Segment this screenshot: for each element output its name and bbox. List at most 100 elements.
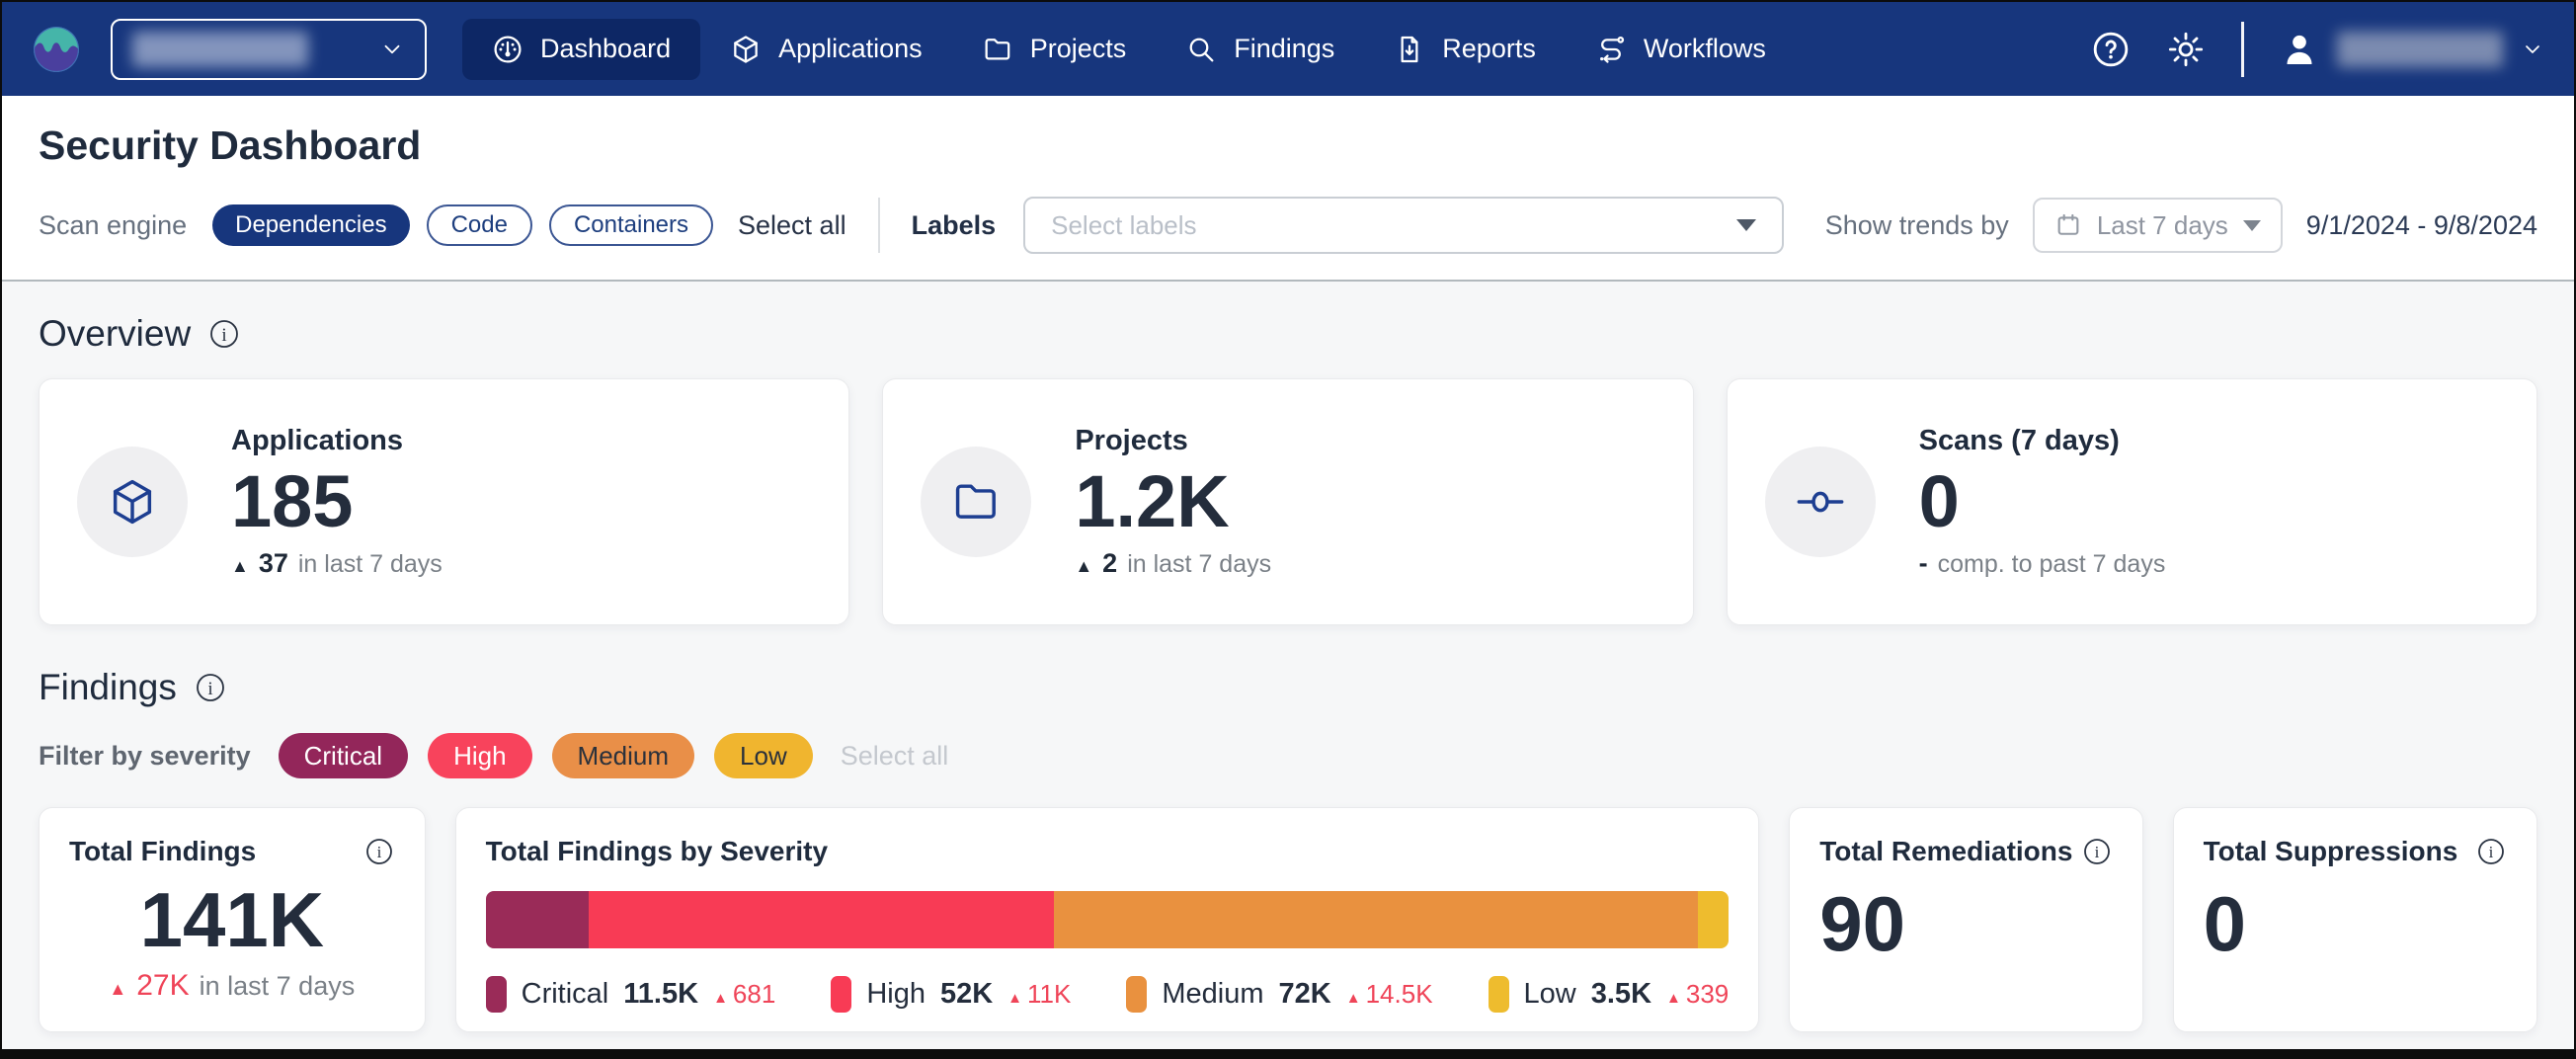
scan-select-all[interactable]: Select all: [738, 210, 846, 241]
card-delta: - comp. to past 7 days: [1919, 548, 2166, 579]
chip-containers[interactable]: Containers: [549, 204, 713, 246]
total-findings-info-button[interactable]: i: [363, 836, 395, 867]
legend-delta: ▲14.5K: [1346, 979, 1433, 1010]
user-avatar-icon: [2280, 30, 2319, 69]
up-triangle-icon: ▲: [713, 991, 728, 1006]
bar-segment-critical: [486, 891, 589, 948]
chip-low[interactable]: Low: [714, 733, 813, 778]
card-delta: ▲ 37 in last 7 days: [231, 548, 443, 579]
legend-swatch: [486, 976, 507, 1013]
cube-icon: [107, 476, 158, 528]
trends-range-select[interactable]: Last 7 days: [2033, 198, 2283, 253]
svg-text:i: i: [2489, 843, 2494, 861]
help-button[interactable]: [2091, 30, 2131, 69]
card-title: Total Suppressions: [2204, 836, 2458, 867]
labels-placeholder: Select labels: [1051, 210, 1196, 241]
chip-medium[interactable]: Medium: [552, 733, 694, 778]
legend-swatch: [1489, 976, 1509, 1013]
legend-value: 52K: [940, 978, 993, 1011]
legend-label: Critical: [522, 978, 609, 1011]
delta-suffix: comp. to past 7 days: [1938, 550, 2166, 579]
nav-label: Dashboard: [540, 34, 671, 64]
delta-value: 27K: [136, 969, 189, 1003]
up-triangle-icon: ▲: [1666, 991, 1681, 1006]
legend-delta: ▲11K: [1007, 979, 1071, 1010]
legend-value: 3.5K: [1591, 978, 1651, 1011]
delta-suffix: in last 7 days: [1127, 550, 1271, 579]
card-title: Projects: [1075, 425, 1271, 457]
card-value: 141K: [69, 875, 395, 965]
overview-heading: Overview i: [39, 313, 2537, 355]
findings-heading: Findings i: [39, 667, 2537, 708]
total-suppressions-card: Total Suppressions i 0: [2173, 807, 2537, 1032]
findings-cards: Total Findings i 141K ▲ 27K in last 7 da…: [39, 807, 2537, 1032]
card-value: 0: [1919, 463, 2166, 540]
date-range: 9/1/2024 - 9/8/2024: [2306, 210, 2537, 241]
nav-label: Workflows: [1644, 34, 1766, 64]
chevron-down-icon: [2521, 38, 2544, 61]
findings-info-button[interactable]: i: [195, 672, 226, 703]
nav-label: Applications: [778, 34, 923, 64]
card-title: Scans (7 days): [1919, 425, 2166, 457]
nav-item-reports[interactable]: Reports: [1364, 19, 1566, 80]
svg-text:i: i: [222, 325, 227, 346]
nav-item-dashboard[interactable]: Dashboard: [462, 19, 700, 80]
legend-item-low: Low 3.5K ▲339: [1489, 976, 1730, 1013]
legend-item-medium: Medium 72K ▲14.5K: [1126, 976, 1432, 1013]
legend-label: Low: [1524, 978, 1576, 1011]
suppressions-info-button[interactable]: i: [2475, 836, 2507, 867]
chip-dependencies[interactable]: Dependencies: [212, 204, 409, 246]
card-value: 90: [1819, 879, 2112, 969]
nav-item-workflows[interactable]: Workflows: [1566, 19, 1796, 80]
calendar-icon: [2054, 211, 2082, 239]
nav-item-applications[interactable]: Applications: [700, 19, 952, 80]
findings-heading-text: Findings: [39, 667, 177, 708]
remediations-info-button[interactable]: i: [2081, 836, 2113, 867]
help-icon: [2091, 30, 2131, 69]
chip-high[interactable]: High: [428, 733, 531, 778]
legend-value: 72K: [1279, 978, 1331, 1011]
up-triangle-icon: ▲: [231, 557, 249, 575]
svg-text:i: i: [207, 679, 212, 699]
settings-button[interactable]: [2166, 30, 2206, 69]
page-header: Security Dashboard Scan engine Dependenc…: [2, 96, 2574, 282]
legend-label: Medium: [1162, 978, 1263, 1011]
nav-item-findings[interactable]: Findings: [1156, 19, 1364, 80]
card-title: Total Findings: [69, 836, 256, 867]
navbar-divider: [2241, 22, 2244, 77]
top-navbar: Dashboard Applications Projects: [2, 2, 2574, 96]
security-dashboard-page: Dashboard Applications Projects: [0, 0, 2576, 1059]
dropdown-caret-icon: [1736, 219, 1756, 231]
mend-logo-icon: [32, 25, 81, 74]
overview-info-button[interactable]: i: [208, 318, 240, 350]
legend-delta: ▲681: [713, 979, 775, 1010]
delta-value: 2: [1102, 548, 1117, 579]
card-value: 1.2K: [1075, 463, 1271, 540]
chip-critical[interactable]: Critical: [279, 733, 408, 778]
report-document-icon: [1394, 34, 1425, 65]
organization-selector[interactable]: [111, 19, 427, 80]
info-icon: i: [208, 318, 240, 350]
severity-select-all[interactable]: Select all: [841, 741, 949, 772]
card-delta: ▲ 27K in last 7 days: [69, 969, 395, 1003]
legend-swatch: [831, 976, 851, 1013]
user-menu[interactable]: [2280, 30, 2544, 69]
nav-item-projects[interactable]: Projects: [952, 19, 1157, 80]
delta-suffix: in last 7 days: [200, 971, 356, 1002]
legend-delta: ▲339: [1666, 979, 1729, 1010]
nav-label: Reports: [1442, 34, 1536, 64]
legend-item-high: High 52K ▲11K: [831, 976, 1071, 1013]
bar-segment-high: [589, 891, 1054, 948]
delta-value: 37: [259, 548, 288, 579]
gear-icon: [2166, 30, 2206, 69]
card-icon-circle: [921, 447, 1031, 557]
severity-filter-label: Filter by severity: [39, 741, 251, 772]
labels-select[interactable]: Select labels: [1023, 197, 1784, 254]
workflow-icon: [1595, 34, 1627, 65]
findings-by-severity-card: Total Findings by Severity Critical 11.5…: [455, 807, 1760, 1032]
folder-icon: [950, 476, 1002, 528]
dropdown-caret-icon: [2243, 220, 2261, 231]
bar-segment-medium: [1054, 891, 1698, 948]
chip-code[interactable]: Code: [427, 204, 532, 246]
svg-text:i: i: [376, 843, 381, 861]
